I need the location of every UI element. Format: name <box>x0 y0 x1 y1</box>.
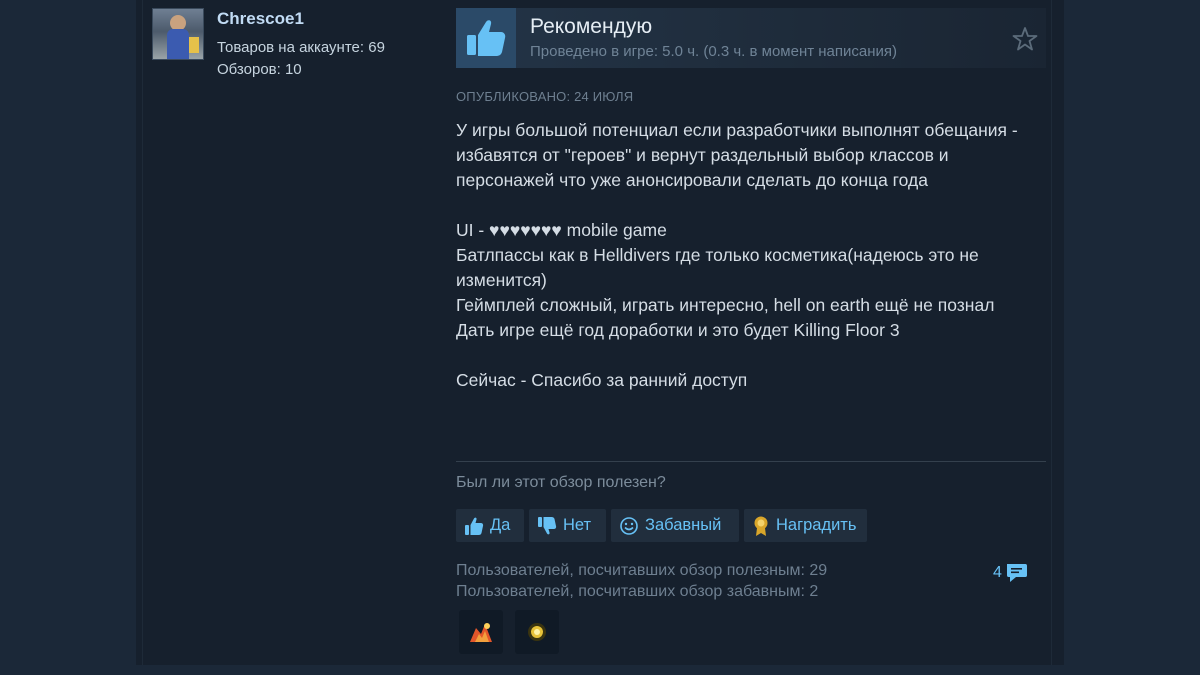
vote-yes-label: Да <box>490 516 511 534</box>
speech-bubble-icon <box>1006 564 1027 582</box>
page-bottom-strip <box>136 665 1064 675</box>
vote-no-label: Нет <box>563 516 592 534</box>
vote-funny-button[interactable]: Забавный <box>611 509 739 542</box>
review-divider <box>456 461 1046 462</box>
posted-date: ОПУБЛИКОВАНО: 24 ИЮЛЯ <box>456 89 634 104</box>
funny-count: Пользователей, посчитавших обзор забавны… <box>456 583 819 600</box>
vote-funny-label: Забавный <box>645 516 722 534</box>
award-button[interactable]: Наградить <box>744 509 867 542</box>
thumbs-up-icon <box>467 20 506 56</box>
award-ribbon-icon <box>754 516 768 536</box>
review-text: У игры большой потенциал если разработчи… <box>456 118 1046 393</box>
page-left-gutter <box>0 0 136 675</box>
author-name[interactable]: Chrescoe1 <box>217 9 304 29</box>
helpful-count: Пользователей, посчитавших обзор полезны… <box>456 562 828 579</box>
golden-award-icon <box>528 623 546 641</box>
author-products-count[interactable]: Товаров на аккаунте: 69 <box>217 39 385 56</box>
playtime: Проведено в игре: 5.0 ч. (0.3 ч. в момен… <box>530 43 898 60</box>
review-paragraph: Батлпассы как в Helldivers где только ко… <box>456 245 979 290</box>
review-paragraph: Сейчас - Спасибо за ранний доступ <box>456 370 748 390</box>
hot-take-award[interactable] <box>459 610 503 654</box>
verdict-title[interactable]: Рекомендую <box>530 15 652 39</box>
review-spacer <box>456 343 1046 368</box>
smiley-icon <box>620 516 638 535</box>
hot-take-award-icon <box>470 623 492 642</box>
verdict-icon-box[interactable] <box>456 8 516 68</box>
comments-count: 4 <box>993 564 1002 581</box>
comments-link[interactable]: 4 <box>993 562 1029 584</box>
award-label: Наградить <box>776 516 857 534</box>
golden-award[interactable] <box>515 610 559 654</box>
review-paragraph: UI - ♥♥♥♥♥♥♥ mobile game <box>456 220 667 240</box>
review-paragraph: У игры большой потенциал если разработчи… <box>456 120 1018 190</box>
avatar-body-shape <box>167 29 189 59</box>
author-avatar[interactable] <box>152 8 204 60</box>
review-paragraph: Дать игре ещё год доработки и это будет … <box>456 320 900 340</box>
review-spacer <box>456 193 1046 218</box>
vote-no-button[interactable]: Нет <box>529 509 606 542</box>
star-outline-icon[interactable] <box>1012 26 1038 52</box>
thumbs-down-icon <box>538 516 557 534</box>
review-paragraph: Геймплей сложный, играть интересно, hell… <box>456 295 995 315</box>
page-right-gutter <box>1064 0 1200 675</box>
thumbs-up-icon <box>465 517 484 535</box>
helpful-question: Был ли этот обзор полезен? <box>456 474 666 491</box>
vote-yes-button[interactable]: Да <box>456 509 524 542</box>
avatar-item-shape <box>189 37 199 53</box>
author-reviews-count[interactable]: Обзоров: 10 <box>217 61 302 78</box>
